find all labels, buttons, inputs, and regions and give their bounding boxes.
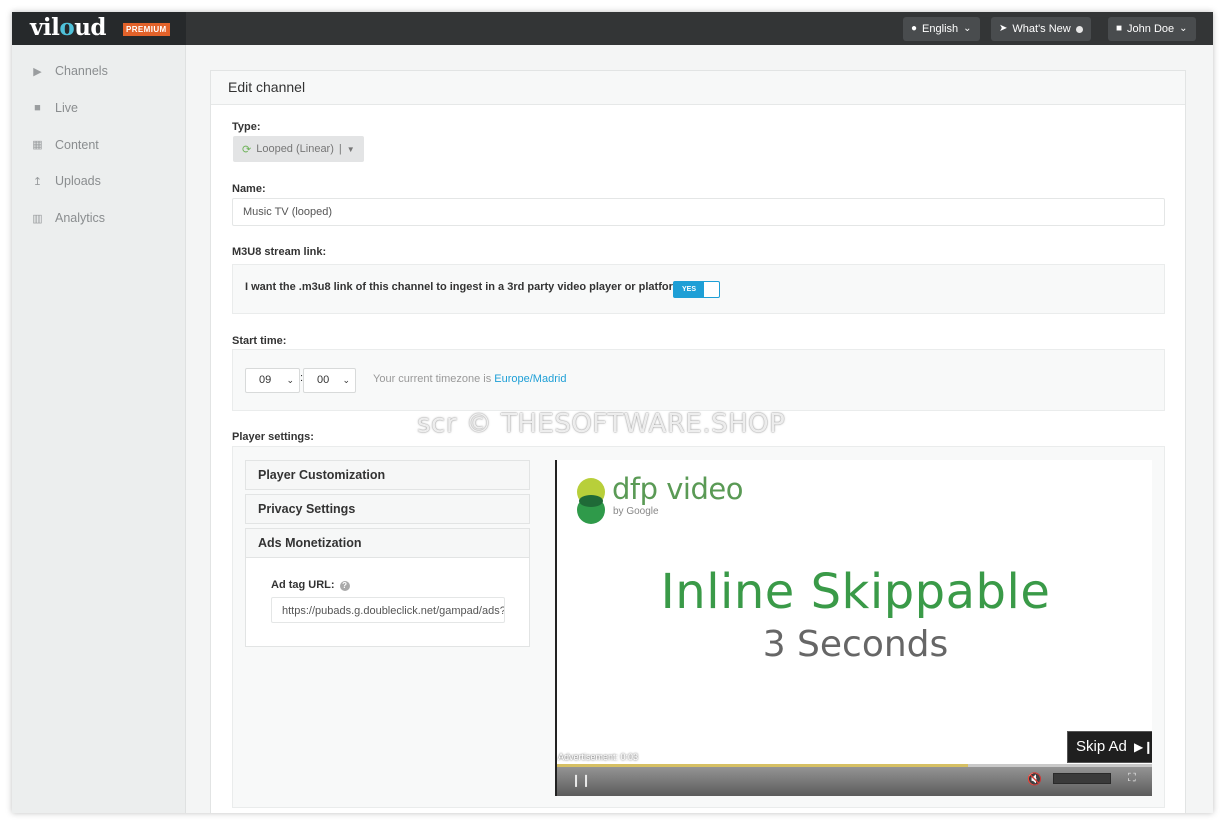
mute-icon[interactable]: 🔇 bbox=[1027, 772, 1042, 786]
video-camera-icon: ■ bbox=[34, 102, 41, 115]
accordion-privacy-settings[interactable]: Privacy Settings bbox=[245, 494, 530, 524]
video-progress-fill bbox=[557, 764, 968, 767]
accordion-ads-monetization[interactable]: Ads Monetization bbox=[245, 528, 530, 558]
ad-headline: Inline Skippable bbox=[660, 564, 1051, 620]
player-settings-label: Player settings: bbox=[232, 431, 314, 443]
sidebar-item-content[interactable]: ▦ Content bbox=[12, 126, 185, 163]
dfp-logo-icon bbox=[577, 478, 605, 524]
accordion-player-customization[interactable]: Player Customization bbox=[245, 460, 530, 490]
grid-icon: ▦ bbox=[32, 139, 43, 152]
dfp-by-google-text: by Google bbox=[613, 506, 659, 517]
sidebar-item-channels[interactable]: ▶ Channels bbox=[12, 53, 185, 90]
ad-tag-input[interactable]: https://pubads.g.doubleclick.net/gampad/… bbox=[271, 597, 505, 623]
m3u8-label: M3U8 stream link: bbox=[232, 246, 327, 258]
edit-channel-panel: Edit channel Type: ⟳ Looped (Linear) | ▼… bbox=[210, 70, 1186, 813]
top-bar: viloud PREMIUM ● English ⌄ ➤ What's New … bbox=[12, 12, 1213, 45]
timezone-text: Your current timezone is Europe/Madrid bbox=[373, 373, 567, 385]
logo-area: viloud PREMIUM bbox=[12, 12, 186, 45]
sidebar-item-analytics[interactable]: ▥ Analytics bbox=[12, 200, 185, 237]
skip-ad-button[interactable]: Skip Ad ▶❙ bbox=[1067, 731, 1152, 763]
pause-icon[interactable]: ❙❙ bbox=[571, 773, 591, 787]
language-dropdown[interactable]: ● English ⌄ bbox=[903, 17, 980, 41]
panel-title: Edit channel bbox=[211, 71, 1185, 105]
help-icon[interactable]: ? bbox=[339, 581, 350, 591]
advertisement-countdown: Advertisement: 0:03 bbox=[558, 752, 639, 762]
ad-tag-label: Ad tag URL:? bbox=[271, 579, 350, 591]
user-icon: ■ bbox=[1116, 23, 1123, 34]
watermark-text: scr © THESOFTWARE.SHOP bbox=[417, 409, 786, 439]
sidebar-item-live[interactable]: ■ Live bbox=[12, 90, 185, 127]
sidebar-item-uploads[interactable]: ↥ Uploads bbox=[12, 163, 185, 200]
caret-down-icon: ▼ bbox=[346, 144, 355, 154]
skip-next-icon: ▶❙ bbox=[1134, 740, 1152, 754]
rocket-icon: ➤ bbox=[999, 23, 1008, 34]
whats-new-button[interactable]: ➤ What's New bbox=[991, 17, 1091, 41]
user-menu-dropdown[interactable]: ■ John Doe ⌄ bbox=[1108, 17, 1196, 41]
start-time-label: Start time: bbox=[232, 335, 287, 347]
globe-icon: ● bbox=[911, 23, 918, 34]
player-settings-box: Player Customization Privacy Settings Ad… bbox=[232, 446, 1165, 808]
timezone-link[interactable]: Europe/Madrid bbox=[494, 373, 566, 385]
hour-select[interactable]: 09 ⌄ bbox=[245, 368, 300, 393]
volume-slider[interactable] bbox=[1053, 773, 1111, 784]
start-time-box: 09 ⌄ : 00 ⌄ Your current timezone is Eur… bbox=[232, 349, 1165, 411]
m3u8-toggle[interactable]: YES bbox=[673, 281, 720, 298]
name-input[interactable]: Music TV (looped) bbox=[232, 198, 1165, 226]
chevron-down-icon: ⌄ bbox=[1179, 23, 1188, 34]
type-label: Type: bbox=[232, 121, 261, 133]
chevron-down-icon: ⌄ bbox=[963, 23, 972, 34]
dfp-video-text: dfp video bbox=[612, 472, 743, 506]
type-dropdown[interactable]: ⟳ Looped (Linear) | ▼ bbox=[233, 136, 364, 162]
ads-monetization-body: Ad tag URL:? https://pubads.g.doubleclic… bbox=[245, 558, 530, 647]
m3u8-question: I want the .m3u8 link of this channel to… bbox=[245, 281, 687, 293]
name-label: Name: bbox=[232, 183, 266, 195]
upload-icon: ↥ bbox=[32, 175, 43, 188]
play-icon: ▶ bbox=[33, 65, 42, 78]
chevron-down-icon: ⌄ bbox=[342, 375, 350, 385]
ad-subline: 3 Seconds bbox=[762, 624, 949, 665]
refresh-icon: ⟳ bbox=[242, 143, 252, 156]
chevron-down-icon: ⌄ bbox=[286, 375, 294, 385]
video-player[interactable]: dfp video by Google Inline Skippable 3 S… bbox=[555, 460, 1152, 796]
premium-badge: PREMIUM bbox=[123, 23, 170, 36]
sidebar: ▶ Channels ■ Live ▦ Content ↥ Uploads ▥ … bbox=[12, 45, 186, 813]
notification-dot-icon bbox=[1075, 25, 1083, 33]
bar-chart-icon: ▥ bbox=[32, 212, 43, 225]
m3u8-box: I want the .m3u8 link of this channel to… bbox=[232, 264, 1165, 314]
app-window: viloud PREMIUM ● English ⌄ ➤ What's New … bbox=[12, 12, 1213, 813]
minute-select[interactable]: 00 ⌄ bbox=[303, 368, 356, 393]
fullscreen-icon[interactable]: ⛶ bbox=[1128, 772, 1136, 785]
viloud-logo[interactable]: viloud bbox=[30, 15, 106, 41]
